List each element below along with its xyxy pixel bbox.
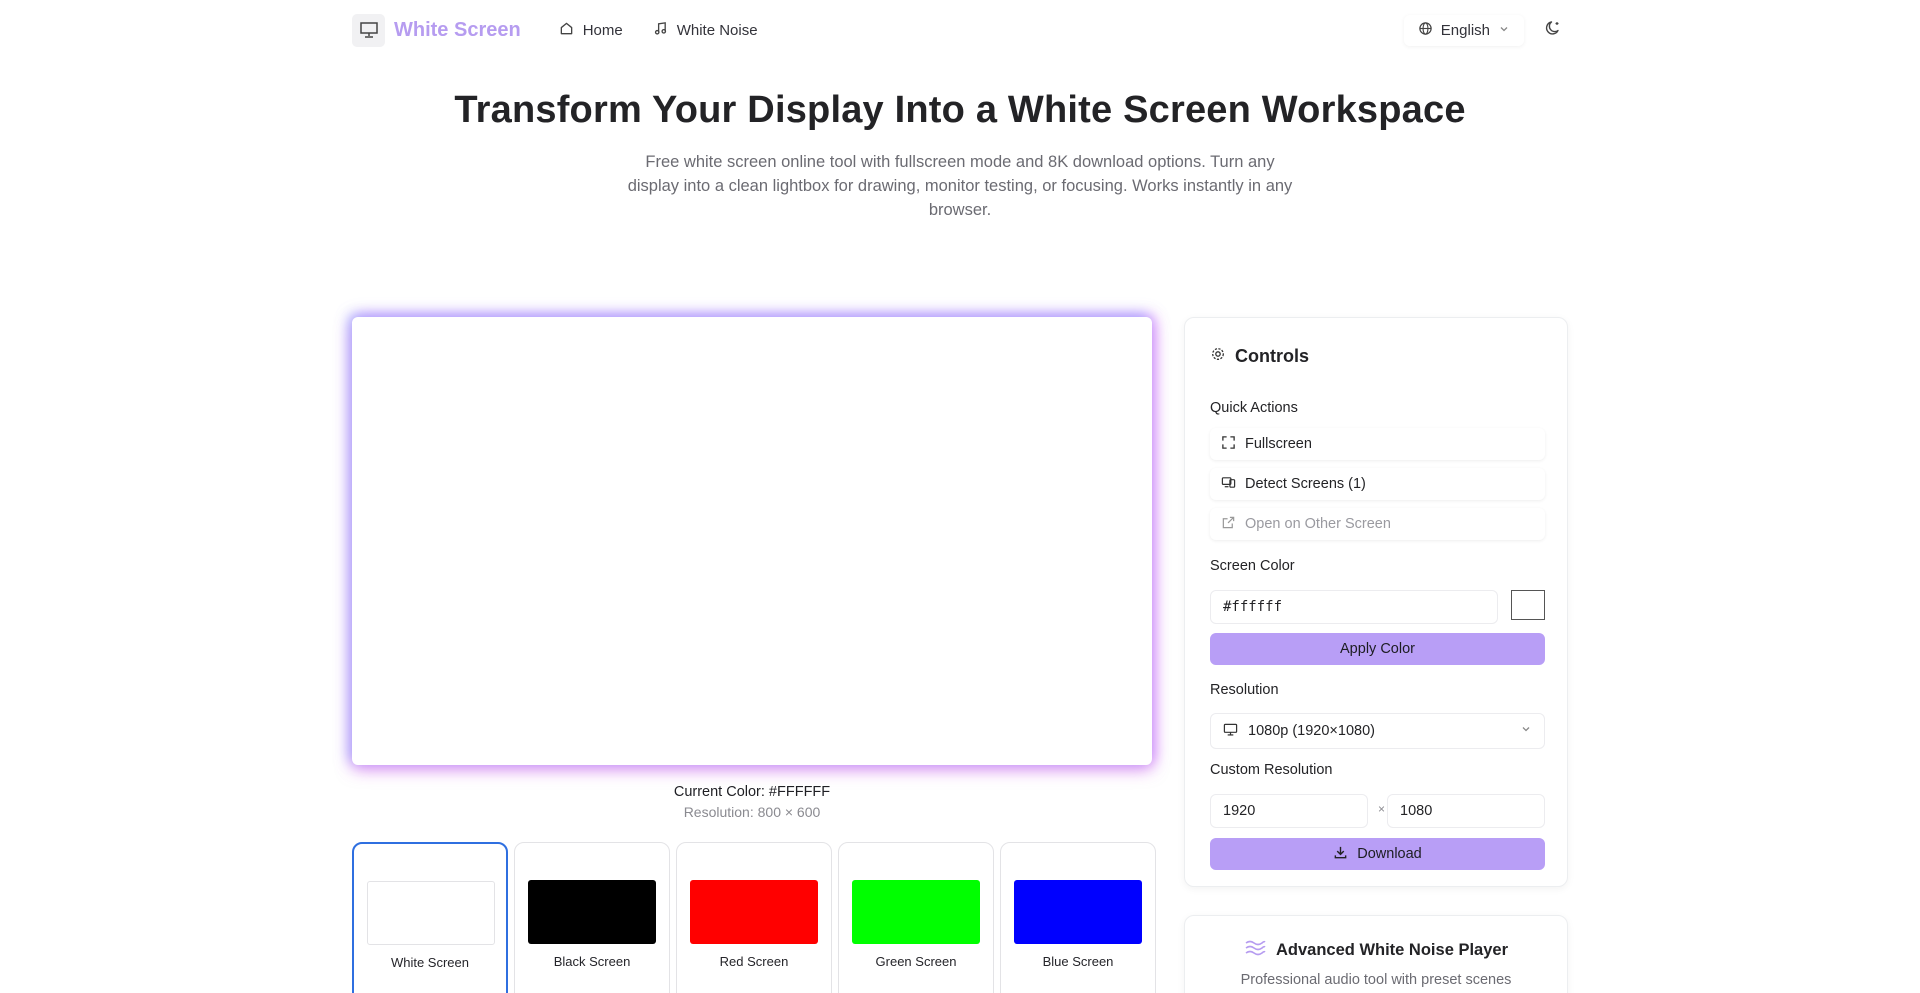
language-label: English [1440,21,1490,39]
white-noise-title: Advanced White Noise Player [1185,939,1567,962]
preset-black-screen[interactable]: Black Screen [514,842,670,993]
waves-icon [1244,939,1266,962]
fullscreen-label: Fullscreen [1245,436,1312,452]
moon-icon [1544,19,1562,42]
color-picker-swatch[interactable] [1511,590,1545,620]
controls-title-text: Controls [1235,346,1309,366]
resolution-label: Resolution [1210,682,1279,698]
controls-title: Controls [1210,346,1309,367]
times-separator: × [1378,802,1386,816]
home-icon [559,21,574,40]
expand-icon [1221,435,1236,454]
monitor-logo-icon [352,13,385,47]
language-select[interactable]: English [1404,15,1524,46]
color-hex-input[interactable]: #ffffff [1210,590,1498,624]
brand-link[interactable]: White Screen [352,13,521,47]
brand-name: White Screen [394,18,521,41]
music-note-icon [653,21,668,40]
theme-toggle-button[interactable] [1538,15,1568,45]
nav-home-label: Home [582,21,623,39]
download-label: Download [1357,846,1422,862]
nav-white-noise-link[interactable]: White Noise [653,21,758,40]
preset-swatch [1014,880,1142,944]
current-color-label: Current Color: #FFFFFF [673,784,831,800]
preset-label: Green Screen [875,954,957,969]
chevron-down-icon [1498,22,1510,39]
screens-icon [1221,475,1236,494]
nav-white-noise-label: White Noise [676,21,758,39]
custom-resolution-label: Custom Resolution [1210,762,1333,778]
quick-actions-label: Quick Actions [1210,400,1298,416]
preset-label: White Screen [390,955,470,970]
external-link-icon [1221,515,1236,534]
page-title: Transform Your Display Into a White Scre… [454,89,1466,131]
nav-home-link[interactable]: Home [559,21,623,40]
resolution-info-label: Resolution: 800 × 600 [683,804,821,820]
preset-label: Red Screen [719,954,789,969]
screen-preview[interactable] [352,317,1152,765]
preset-blue-screen[interactable]: Blue Screen [1000,842,1156,993]
preset-label: Blue Screen [1042,954,1114,969]
white-noise-title-text: Advanced White Noise Player [1276,941,1508,959]
resolution-select[interactable]: 1080p (1920×1080) [1210,713,1545,749]
preset-swatch [528,880,656,944]
download-button[interactable]: Download [1210,838,1545,870]
preset-swatch [852,880,980,944]
download-icon [1333,845,1348,864]
preset-swatch [367,881,495,945]
color-presets: White Screen Black Screen Red Screen Gre… [352,842,1156,993]
resolution-select-value: 1080p (1920×1080) [1248,723,1375,739]
globe-icon [1418,21,1433,40]
controls-panel: Controls Quick Actions Fullscreen Detect… [1184,317,1568,887]
white-noise-card: Advanced White Noise Player Professional… [1184,915,1568,993]
apply-color-button[interactable]: Apply Color [1210,633,1545,665]
preset-green-screen[interactable]: Green Screen [838,842,994,993]
chevron-down-icon [1520,723,1532,739]
open-other-screen-button[interactable]: Open on Other Screen [1210,508,1545,540]
monitor-icon [1223,722,1238,741]
page-subtitle: Free white screen online tool with fulls… [627,153,1293,219]
white-noise-subtitle: Professional audio tool with preset scen… [1240,972,1512,988]
detect-screens-button[interactable]: Detect Screens (1) [1210,468,1545,500]
fullscreen-button[interactable]: Fullscreen [1210,428,1545,460]
screen-color-label: Screen Color [1210,558,1295,574]
preset-red-screen[interactable]: Red Screen [676,842,832,993]
gear-icon [1210,346,1226,367]
custom-width-input[interactable]: 1920 [1210,794,1368,828]
top-nav: White Screen Home White Noise English [352,10,1568,50]
detect-screens-label: Detect Screens (1) [1245,476,1366,492]
preset-white-screen[interactable]: White Screen [352,842,508,993]
preset-swatch [690,880,818,944]
preset-label: Black Screen [553,954,631,969]
custom-height-input[interactable]: 1080 [1387,794,1545,828]
open-other-screen-label: Open on Other Screen [1245,516,1391,532]
